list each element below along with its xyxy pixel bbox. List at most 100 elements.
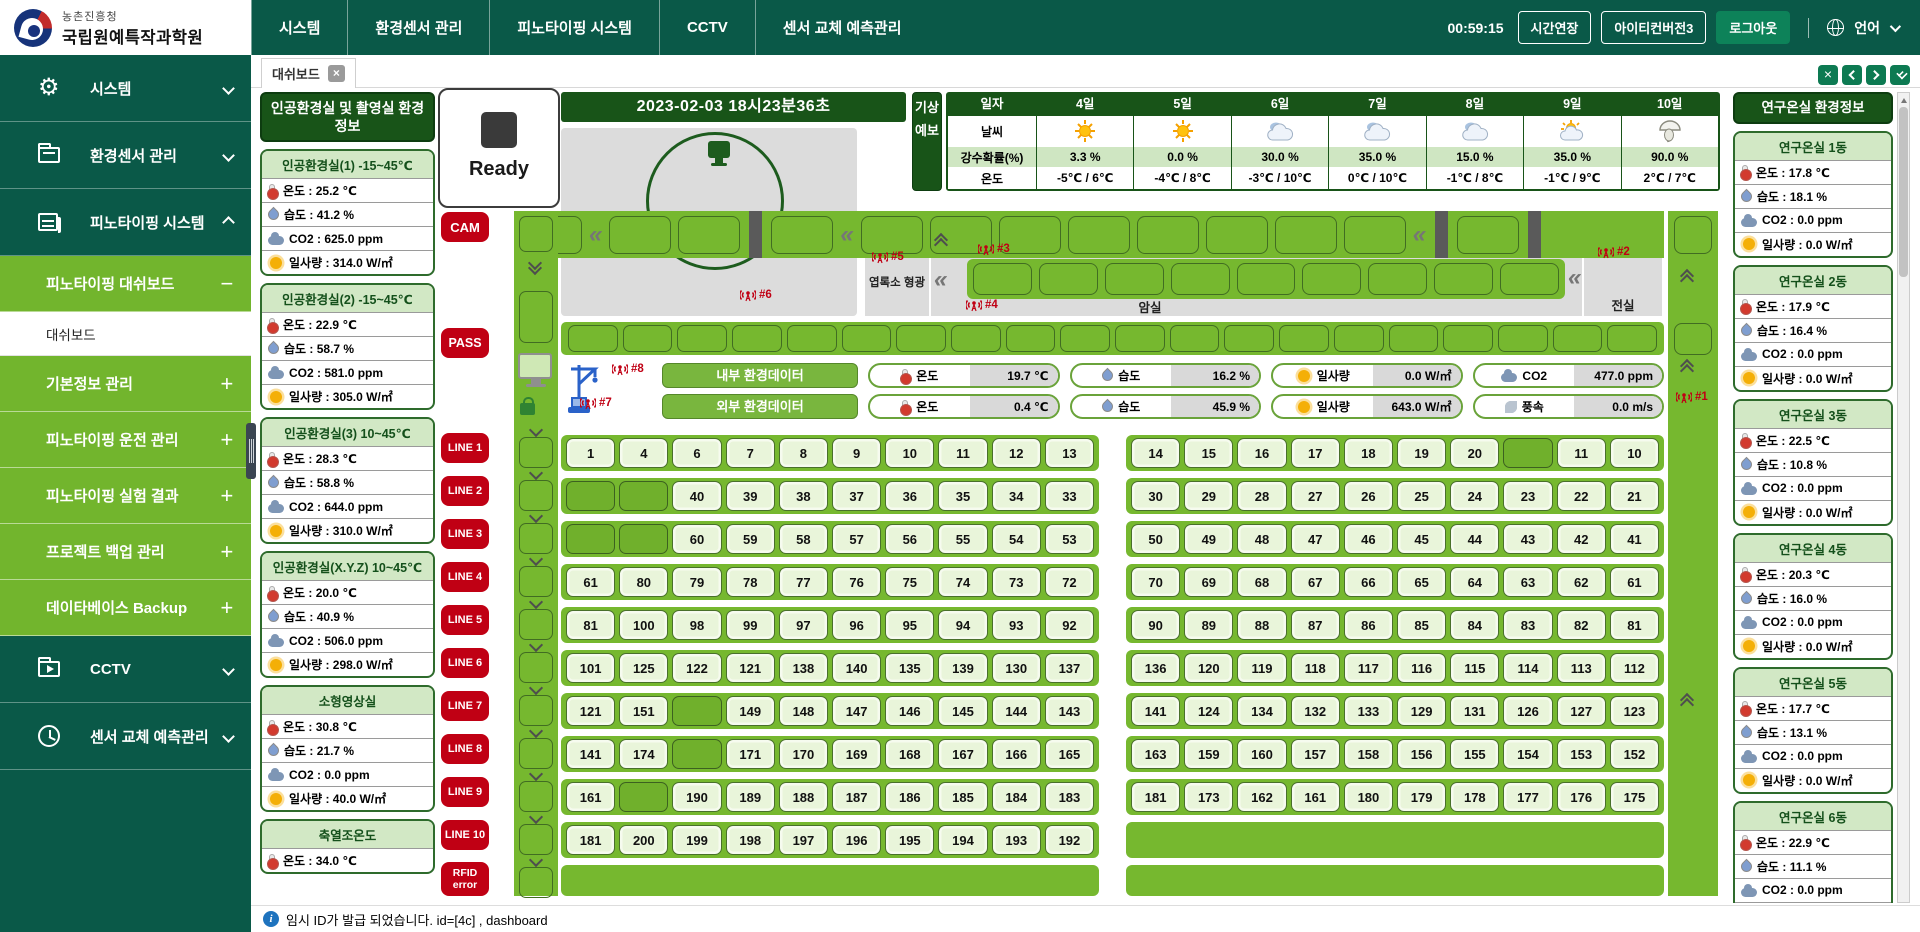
line-button[interactable]: LINE 1 bbox=[441, 433, 489, 463]
tray-cell[interactable]: 70 bbox=[1131, 567, 1180, 597]
sidebar-item[interactable]: 시스템 bbox=[0, 55, 251, 122]
tray-cell[interactable]: 11 bbox=[938, 438, 987, 468]
tray-cell[interactable]: 76 bbox=[832, 567, 881, 597]
tray-cell[interactable] bbox=[672, 696, 721, 726]
tabs-next-button[interactable] bbox=[1866, 65, 1886, 85]
tray-cell[interactable]: 17 bbox=[1291, 438, 1340, 468]
tray-cell[interactable]: 82 bbox=[1557, 610, 1606, 640]
tray-cell[interactable]: 118 bbox=[1291, 653, 1340, 683]
tray-cell[interactable]: 67 bbox=[1291, 567, 1340, 597]
tray-cell[interactable] bbox=[619, 481, 668, 511]
tray-cell[interactable]: 41 bbox=[1610, 524, 1659, 554]
tray-cell[interactable]: 89 bbox=[1184, 610, 1233, 640]
sidebar-item[interactable]: 프로젝트 백업 관리 bbox=[0, 524, 251, 580]
tray-cell[interactable]: 174 bbox=[619, 739, 668, 769]
tray-cell[interactable]: 116 bbox=[1397, 653, 1446, 683]
tray-cell[interactable]: 36 bbox=[885, 481, 934, 511]
tray-cell[interactable]: 26 bbox=[1344, 481, 1393, 511]
tray-cell[interactable]: 151 bbox=[619, 696, 668, 726]
tray-cell[interactable]: 124 bbox=[1184, 696, 1233, 726]
tray-cell[interactable]: 122 bbox=[672, 653, 721, 683]
tray-cell[interactable]: 94 bbox=[938, 610, 987, 640]
tray-cell[interactable]: 58 bbox=[779, 524, 828, 554]
tray-cell[interactable]: 175 bbox=[1610, 782, 1659, 812]
tray-cell[interactable]: 81 bbox=[1610, 610, 1659, 640]
chevron-down-icon[interactable] bbox=[1890, 20, 1901, 31]
tray-cell[interactable]: 42 bbox=[1557, 524, 1606, 554]
tray-cell[interactable]: 95 bbox=[885, 610, 934, 640]
tray-cell[interactable] bbox=[619, 524, 668, 554]
tray-cell[interactable]: 6 bbox=[672, 438, 721, 468]
tray-cell[interactable]: 141 bbox=[566, 739, 615, 769]
tray-cell[interactable]: 152 bbox=[1610, 739, 1659, 769]
tray-cell[interactable]: 68 bbox=[1237, 567, 1286, 597]
line-button[interactable]: LINE 6 bbox=[441, 648, 489, 678]
tab-dashboard[interactable]: 대쉬보드 bbox=[261, 58, 356, 88]
tray-cell[interactable]: 12 bbox=[992, 438, 1041, 468]
tray-cell[interactable]: 198 bbox=[726, 825, 775, 855]
tray-cell[interactable]: 192 bbox=[1045, 825, 1094, 855]
tray-cell[interactable]: 189 bbox=[726, 782, 775, 812]
tray-cell[interactable] bbox=[566, 524, 615, 554]
tray-cell[interactable]: 80 bbox=[619, 567, 668, 597]
tray-cell[interactable]: 93 bbox=[992, 610, 1041, 640]
tray-cell[interactable]: 20 bbox=[1450, 438, 1499, 468]
tray-cell[interactable]: 10 bbox=[1610, 438, 1659, 468]
tray-cell[interactable]: 184 bbox=[992, 782, 1041, 812]
tray-cell[interactable]: 72 bbox=[1045, 567, 1094, 597]
tray-cell[interactable]: 185 bbox=[938, 782, 987, 812]
tray-cell[interactable]: 29 bbox=[1184, 481, 1233, 511]
tray-cell[interactable]: 23 bbox=[1503, 481, 1552, 511]
tray-cell[interactable]: 79 bbox=[672, 567, 721, 597]
tray-cell[interactable]: 112 bbox=[1610, 653, 1659, 683]
sidebar-item[interactable]: 대쉬보드 bbox=[0, 312, 251, 356]
tray-cell[interactable]: 88 bbox=[1237, 610, 1286, 640]
tray-cell[interactable]: 183 bbox=[1045, 782, 1094, 812]
tray-cell[interactable]: 59 bbox=[726, 524, 775, 554]
tray-cell[interactable]: 11 bbox=[1557, 438, 1606, 468]
tray-cell[interactable]: 30 bbox=[1131, 481, 1180, 511]
tray-cell[interactable]: 158 bbox=[1344, 739, 1393, 769]
tray-cell[interactable]: 161 bbox=[1291, 782, 1340, 812]
tray-cell[interactable]: 173 bbox=[1184, 782, 1233, 812]
tray-cell[interactable]: 193 bbox=[992, 825, 1041, 855]
nav-item[interactable]: CCTV bbox=[659, 0, 755, 55]
tray-cell[interactable]: 98 bbox=[672, 610, 721, 640]
tray-cell[interactable]: 140 bbox=[832, 653, 881, 683]
tray-cell[interactable] bbox=[619, 782, 668, 812]
tray-cell[interactable]: 40 bbox=[672, 481, 721, 511]
tray-cell[interactable]: 131 bbox=[1450, 696, 1499, 726]
tray-cell[interactable]: 181 bbox=[1131, 782, 1180, 812]
tray-cell[interactable]: 60 bbox=[672, 524, 721, 554]
tray-cell[interactable]: 83 bbox=[1503, 610, 1552, 640]
app-logo[interactable]: 농촌진흥청 국립원예특작과학원 bbox=[0, 0, 251, 55]
tray-cell[interactable]: 53 bbox=[1045, 524, 1094, 554]
extend-time-button[interactable]: 시간연장 bbox=[1518, 11, 1592, 44]
tray-cell[interactable]: 133 bbox=[1344, 696, 1393, 726]
tray-cell[interactable]: 114 bbox=[1503, 653, 1552, 683]
line-button[interactable]: LINE 7 bbox=[441, 691, 489, 721]
tray-cell[interactable]: 162 bbox=[1237, 782, 1286, 812]
tray-cell[interactable]: 27 bbox=[1291, 481, 1340, 511]
tray-cell[interactable]: 75 bbox=[885, 567, 934, 597]
tray-cell[interactable]: 121 bbox=[566, 696, 615, 726]
tray-cell[interactable]: 147 bbox=[832, 696, 881, 726]
tray-cell[interactable]: 55 bbox=[938, 524, 987, 554]
tray-cell[interactable]: 187 bbox=[832, 782, 881, 812]
tray-cell[interactable]: 57 bbox=[832, 524, 881, 554]
sidebar-item[interactable]: 피노타이핑 실험 결과 bbox=[0, 468, 251, 524]
sidebar-item[interactable]: 데이타베이스 Backup bbox=[0, 580, 251, 636]
tray-cell[interactable]: 73 bbox=[992, 567, 1041, 597]
tray-cell[interactable]: 78 bbox=[726, 567, 775, 597]
tray-cell[interactable]: 119 bbox=[1237, 653, 1286, 683]
line-button[interactable]: LINE 8 bbox=[441, 734, 489, 764]
tray-cell[interactable]: 24 bbox=[1450, 481, 1499, 511]
tray-cell[interactable]: 123 bbox=[1610, 696, 1659, 726]
tray-cell[interactable]: 126 bbox=[1503, 696, 1552, 726]
tray-cell[interactable]: 100 bbox=[619, 610, 668, 640]
line-button[interactable]: LINE 10 bbox=[441, 820, 489, 850]
tray-cell[interactable]: 163 bbox=[1131, 739, 1180, 769]
tray-cell[interactable]: 181 bbox=[566, 825, 615, 855]
tray-cell[interactable]: 141 bbox=[1131, 696, 1180, 726]
tray-cell[interactable]: 199 bbox=[672, 825, 721, 855]
